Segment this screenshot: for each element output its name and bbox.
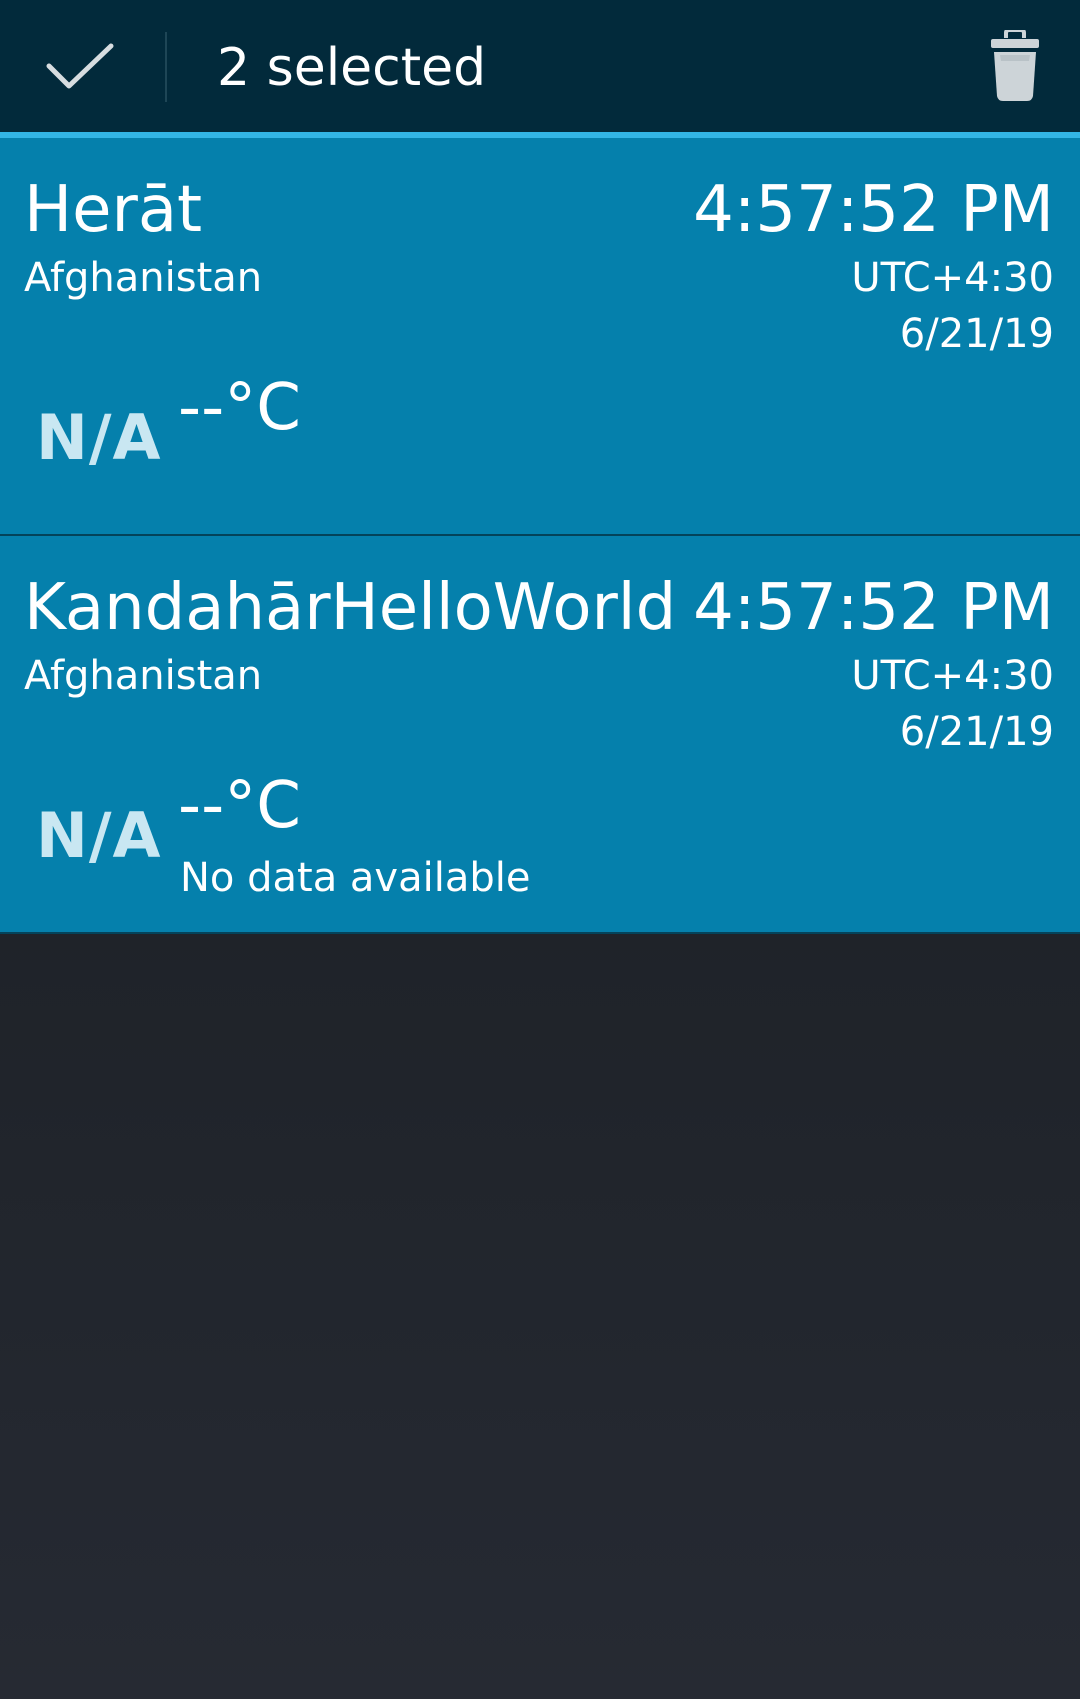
city-card-kandahar[interactable]: KandahārHelloWorld Afghanistan 4:57:52 P… [0, 536, 1080, 934]
selection-count: 2 selected [217, 38, 487, 98]
city-name: Herāt [24, 173, 203, 247]
local-date: 6/21/19 [899, 709, 1054, 755]
local-time: 4:57:52 PM [693, 173, 1054, 247]
utc-offset: UTC+4:30 [851, 653, 1054, 699]
utc-offset: UTC+4:30 [851, 255, 1054, 301]
contextual-action-bar: 2 selected [0, 0, 1080, 132]
done-button[interactable] [0, 0, 160, 132]
delete-button[interactable] [950, 0, 1080, 132]
local-time: 4:57:52 PM [693, 571, 1054, 645]
action-bar-divider [165, 32, 167, 102]
checkmark-icon [46, 43, 114, 89]
country-name: Afghanistan [24, 255, 263, 301]
weather-status: No data available [180, 855, 531, 901]
country-name: Afghanistan [24, 653, 263, 699]
weather-unavailable-icon: N/A [36, 401, 162, 474]
local-date: 6/21/19 [899, 311, 1054, 357]
temperature: --°C [178, 769, 301, 843]
temperature: --°C [178, 371, 301, 445]
trash-icon [991, 30, 1039, 101]
weather-unavailable-icon: N/A [36, 799, 162, 872]
city-card-herat[interactable]: Herāt Afghanistan 4:57:52 PM UTC+4:30 6/… [0, 138, 1080, 536]
city-name: KandahārHelloWorld [24, 571, 677, 645]
